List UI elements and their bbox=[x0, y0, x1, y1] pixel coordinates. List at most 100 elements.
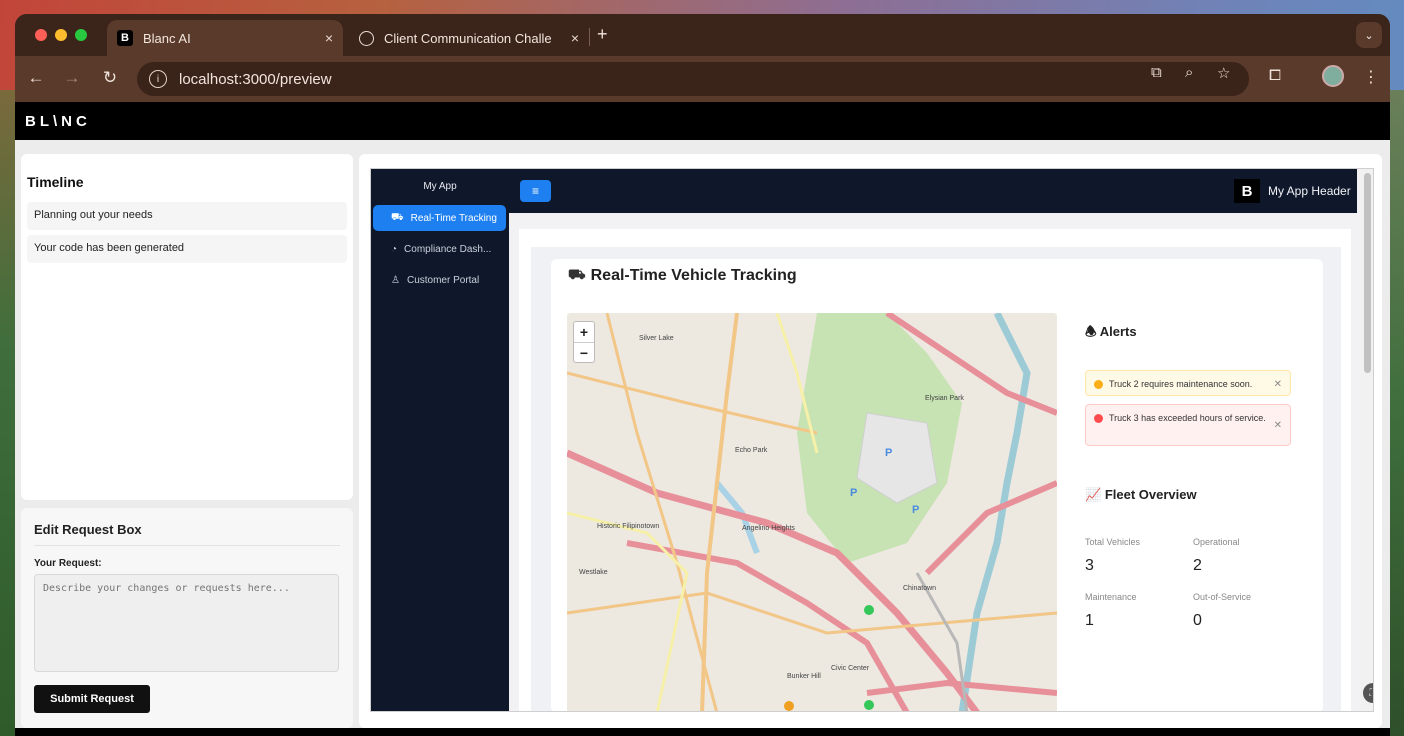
warning-icon bbox=[1094, 380, 1103, 389]
fleet-overview-title: 📈 Fleet Overview bbox=[1085, 487, 1197, 503]
forward-icon[interactable]: → bbox=[61, 68, 83, 88]
content-inner: ⛟ Real-Time Vehicle Tracking P P P Silve… bbox=[531, 247, 1341, 711]
tab-client-communication[interactable]: Client Communication Challe × bbox=[349, 20, 589, 56]
bottom-bar bbox=[15, 728, 1390, 736]
minimize-window-button[interactable] bbox=[55, 29, 67, 41]
close-icon[interactable]: ✕ bbox=[1274, 418, 1282, 433]
reload-icon[interactable]: ↻ bbox=[99, 68, 121, 88]
zoom-icon[interactable]: ⌕ bbox=[1185, 64, 1193, 81]
app-header-title: My App Header bbox=[1268, 184, 1351, 198]
fleet-overview-panel: Total Vehicles 3 Operational 2 Maintenan… bbox=[1073, 517, 1295, 647]
page-title-text: Real-Time Vehicle Tracking bbox=[590, 266, 797, 284]
svg-text:P: P bbox=[912, 504, 919, 516]
map-label: Elysian Park bbox=[925, 395, 964, 402]
map-tiles: P P P bbox=[567, 313, 1057, 711]
stat-value: 3 bbox=[1085, 557, 1094, 574]
alert-text: Truck 2 requires maintenance soon. bbox=[1109, 379, 1253, 389]
divider bbox=[34, 545, 340, 546]
map-label: Echo Park bbox=[735, 447, 768, 454]
scrollbar-thumb[interactable] bbox=[1364, 173, 1371, 373]
alerts-title-text: Alerts bbox=[1099, 324, 1137, 339]
app-sidebar: My App ⛟ Real-Time Tracking ◔ Compliance… bbox=[371, 169, 509, 711]
stat-label: Out-of-Service bbox=[1193, 592, 1252, 602]
address-bar[interactable]: i localhost:3000/preview bbox=[137, 62, 1249, 96]
edit-request-title: Edit Request Box bbox=[34, 522, 142, 537]
new-tab-button[interactable]: + bbox=[597, 24, 608, 45]
close-window-button[interactable] bbox=[35, 29, 47, 41]
zoom-in-button[interactable]: + bbox=[574, 322, 594, 342]
edit-request-panel: Edit Request Box Your Request: Submit Re… bbox=[21, 508, 353, 728]
map-label: Westlake bbox=[579, 569, 608, 576]
app-logo: B bbox=[1234, 179, 1260, 203]
app-content-area: ⛟ Real-Time Vehicle Tracking P P P Silve… bbox=[519, 229, 1351, 711]
sidebar-item-label: Compliance Dash... bbox=[404, 243, 492, 255]
car-icon: ⛟ bbox=[568, 266, 586, 282]
fleet-title-text: Fleet Overview bbox=[1104, 487, 1197, 502]
browser-toolbar: ← → ↻ i localhost:3000/preview ⧉ ⌕ ☆ ⧠ ⋮ bbox=[15, 56, 1390, 102]
sidebar-item-compliance-dashboard[interactable]: ◔ Compliance Dash... bbox=[373, 236, 506, 262]
timeline-item: Your code has been generated bbox=[27, 235, 347, 263]
sidebar-item-real-time-tracking[interactable]: ⛟ Real-Time Tracking bbox=[373, 205, 506, 231]
browser-window: B Blanc AI × Client Communication Challe… bbox=[15, 14, 1390, 736]
app-header: ≡ B My App Header bbox=[509, 169, 1357, 213]
url-text: localhost:3000/preview bbox=[179, 70, 332, 88]
profile-avatar[interactable] bbox=[1322, 65, 1344, 87]
browser-menu-icon[interactable]: ⋮ bbox=[1363, 67, 1379, 87]
line-chart-icon: 📈 bbox=[1085, 487, 1105, 502]
blanc-favicon-icon: B bbox=[117, 30, 133, 46]
extensions-icon[interactable]: ⧠ bbox=[1269, 67, 1281, 84]
request-field-label: Your Request: bbox=[34, 558, 102, 569]
submit-request-button[interactable]: Submit Request bbox=[34, 685, 150, 713]
error-icon bbox=[1094, 414, 1103, 423]
maximize-window-button[interactable] bbox=[75, 29, 87, 41]
chatgpt-favicon-icon bbox=[359, 30, 374, 46]
preview-panel: My App ⛟ Real-Time Tracking ◔ Compliance… bbox=[359, 154, 1382, 728]
tab-strip: B Blanc AI × Client Communication Challe… bbox=[15, 14, 1390, 56]
page-title: ⛟ Real-Time Vehicle Tracking bbox=[568, 266, 797, 285]
sidebar-item-label: Real-Time Tracking bbox=[410, 212, 497, 224]
app-sidebar-title: My App bbox=[423, 181, 457, 192]
alerts-title: 🕭 Alerts bbox=[1085, 323, 1137, 345]
svg-text:P: P bbox=[850, 487, 857, 499]
stat-value: 0 bbox=[1193, 612, 1202, 629]
back-icon[interactable]: ← bbox=[25, 68, 47, 88]
close-tab-icon[interactable]: × bbox=[325, 30, 333, 46]
bookmark-star-icon[interactable]: ☆ bbox=[1217, 64, 1230, 82]
map-label: Chinatown bbox=[903, 585, 937, 592]
vehicle-marker bbox=[784, 701, 794, 711]
timeline-title: Timeline bbox=[27, 174, 84, 190]
vehicle-marker bbox=[864, 700, 874, 710]
tab-title: Client Communication Challe bbox=[384, 30, 552, 46]
vehicle-map[interactable]: P P P Silver Lake Echo Park Elysian Park… bbox=[567, 313, 1057, 711]
sidebar-item-customer-portal[interactable]: ♙ Customer Portal bbox=[373, 267, 506, 293]
tab-blanc-ai[interactable]: B Blanc AI × bbox=[107, 20, 343, 56]
map-label: Angelino Heights bbox=[742, 525, 795, 532]
menu-toggle-button[interactable]: ≡ bbox=[520, 180, 551, 202]
alert-text: Truck 3 has exceeded hours of service. bbox=[1109, 413, 1266, 423]
app-preview-frame: My App ⛟ Real-Time Tracking ◔ Compliance… bbox=[370, 168, 1374, 712]
vehicle-tracking-card: ⛟ Real-Time Vehicle Tracking P P P Silve… bbox=[551, 259, 1323, 711]
map-zoom-control: + − bbox=[573, 321, 595, 363]
stat-label: Operational bbox=[1193, 537, 1240, 547]
stat-value: 1 bbox=[1085, 612, 1094, 629]
site-info-icon[interactable]: i bbox=[149, 70, 167, 88]
install-app-icon[interactable]: ⧉ bbox=[1151, 64, 1162, 81]
desktop-wallpaper-right bbox=[1388, 90, 1404, 736]
map-label: Civic Center bbox=[831, 665, 870, 672]
close-icon[interactable]: ✕ bbox=[1274, 377, 1282, 392]
stat-value: 2 bbox=[1193, 557, 1202, 574]
bell-icon: 🕭 bbox=[1085, 324, 1100, 339]
alert-warning: Truck 2 requires maintenance soon. ✕ bbox=[1085, 370, 1291, 396]
vehicle-marker bbox=[864, 605, 874, 615]
dashboard-icon: ◔ bbox=[391, 243, 398, 255]
zoom-out-button[interactable]: − bbox=[574, 343, 594, 363]
close-tab-icon[interactable]: × bbox=[571, 30, 579, 46]
timeline-panel: Timeline Planning out your needs Your co… bbox=[21, 154, 353, 500]
map-label: Historic Filipinotown bbox=[597, 523, 660, 530]
tab-search-button[interactable]: ⌄ bbox=[1356, 22, 1382, 48]
app-scrollbar[interactable] bbox=[1361, 169, 1373, 711]
car-icon: ⛟ bbox=[391, 211, 404, 223]
blanc-top-bar: BL\NC bbox=[15, 102, 1390, 140]
sidebar-item-label: Customer Portal bbox=[406, 274, 480, 286]
request-textarea[interactable] bbox=[34, 574, 339, 672]
